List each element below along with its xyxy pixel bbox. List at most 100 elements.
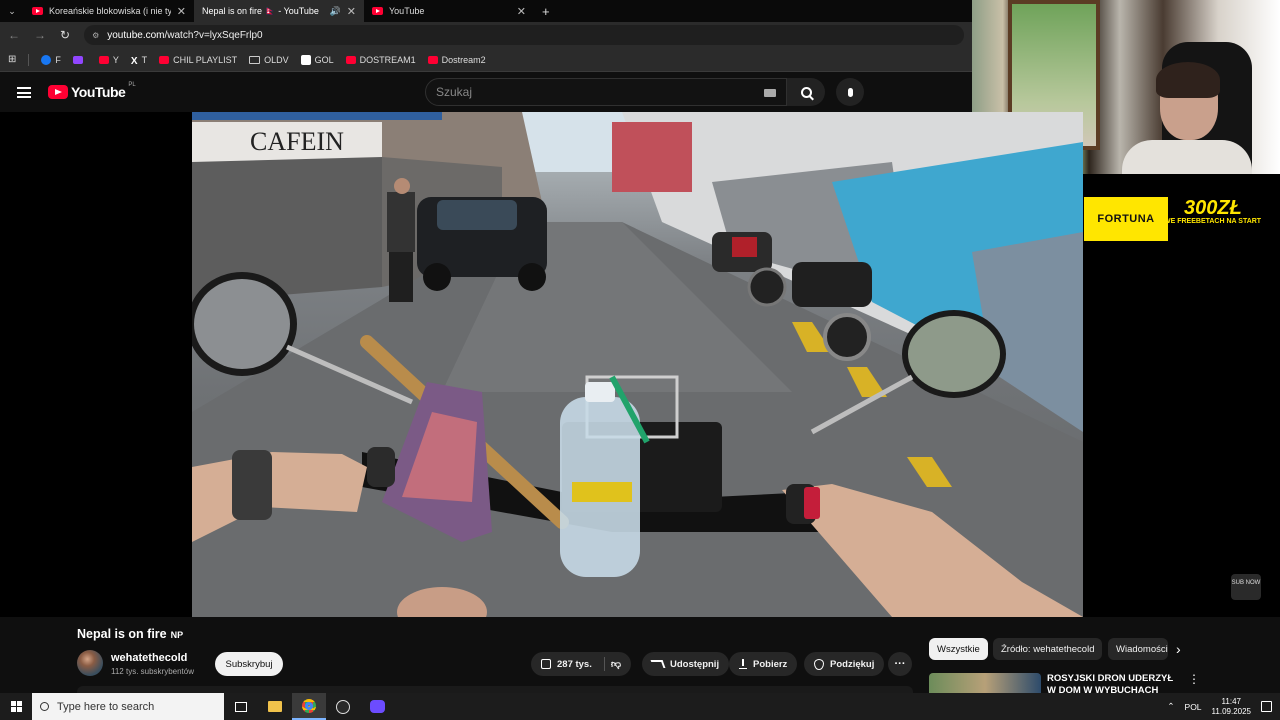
bookmark-dostream1[interactable]: DOSTREAM1 (345, 55, 416, 65)
windows-icon (10, 701, 22, 712)
share-button[interactable]: Udostępnij (642, 652, 730, 676)
divider (603, 657, 605, 671)
obs-button[interactable] (326, 693, 360, 720)
bookmark-y[interactable]: Y (98, 55, 119, 65)
bookmark-t[interactable]: XT (130, 54, 148, 67)
url-field[interactable]: ⚙ youtube.com/watch?v=lyxSqeFrlp0 (84, 25, 965, 45)
promo-text: WE FREEBETACH NA START (1164, 218, 1262, 225)
file-explorer-button[interactable] (258, 693, 292, 720)
voice-search-button[interactable] (836, 78, 864, 106)
tab-2[interactable]: Nepal is on fire 🇳🇵 - YouTube 🔊 ✕ (194, 0, 364, 22)
new-tab-button[interactable]: + (542, 4, 550, 19)
search-input[interactable]: Szukaj (425, 78, 787, 106)
notification-icon[interactable] (1261, 701, 1272, 712)
close-tab-icon[interactable]: ✕ (177, 5, 186, 18)
reload-icon[interactable]: ↻ (60, 28, 70, 42)
dislike-icon[interactable]: 👎︎ (611, 658, 621, 670)
clock[interactable]: 11:47 11.09.2025 (1212, 697, 1251, 717)
close-tab-icon[interactable]: ✕ (347, 5, 356, 18)
sub-now-badge: SUB NOW (1231, 574, 1261, 600)
menu-icon[interactable] (17, 87, 31, 98)
video-player[interactable]: CAFEIN (192, 112, 1083, 617)
search-icon (800, 86, 812, 98)
like-icon[interactable] (541, 659, 551, 669)
download-label: Pobierz (753, 658, 788, 670)
task-view-icon (235, 701, 247, 712)
more-actions-button[interactable]: ··· (888, 652, 912, 676)
tab-search-icon[interactable]: ⌄ (0, 6, 24, 17)
address-bar-row: ← → ↻ ⚙ youtube.com/watch?v=lyxSqeFrlp0 (0, 22, 975, 48)
tab-title: Koreańskie blokowiska (i nie tylko) (49, 6, 171, 16)
search-button[interactable] (787, 78, 825, 106)
x-icon: X (130, 55, 138, 67)
forward-icon[interactable]: → (34, 28, 46, 42)
youtube-logo[interactable]: YouTube PL (48, 82, 136, 100)
bookmark-label: GOL (314, 54, 334, 65)
chrome-button[interactable] (292, 693, 326, 720)
svg-text:CAFEIN: CAFEIN (250, 127, 344, 156)
channel-name[interactable]: wehatethecold (111, 652, 187, 664)
folder-icon (268, 701, 282, 712)
app-icon (369, 700, 385, 713)
thanks-icon (814, 658, 824, 670)
divider (28, 53, 30, 66)
recommended-thumbnail[interactable] (929, 673, 1041, 693)
youtube-icon (427, 55, 438, 64)
bookmark-gol[interactable]: GOL (300, 54, 334, 65)
taskbar-search[interactable]: Type here to search (32, 693, 224, 720)
tab-3[interactable]: YouTube ✕ (364, 0, 534, 22)
twitch-icon (72, 55, 83, 64)
close-tab-icon[interactable]: ✕ (517, 5, 526, 18)
site-info-icon[interactable]: ⚙ (92, 31, 99, 40)
facebook-icon (41, 54, 52, 65)
video-letterbox-left (0, 112, 192, 617)
video-frame: CAFEIN (192, 112, 1083, 617)
chevron-right-icon[interactable]: › (1176, 641, 1181, 657)
bookmark-chil-playlist[interactable]: CHIL PLAYLIST (159, 55, 237, 65)
youtube-play-icon (48, 85, 68, 99)
description-box[interactable] (77, 686, 913, 693)
windows-taskbar: Type here to search ⌃ POL 11:47 11.09.20… (0, 693, 1280, 720)
thanks-button[interactable]: Podziękuj (804, 652, 885, 676)
clock-time: 11:47 (1221, 696, 1241, 706)
country-code: PL (128, 82, 136, 88)
subscribe-button[interactable]: Subskrybuj (215, 652, 283, 676)
recommended-title[interactable]: ROSYJSKI DRON UDERZYŁ W DOM W WYBUCHACH (1047, 673, 1177, 693)
keyboard-icon[interactable] (764, 89, 776, 97)
like-count[interactable]: 287 tys. (557, 659, 592, 670)
taskbar-search-placeholder: Type here to search (57, 700, 155, 713)
youtube-icon (345, 55, 356, 64)
video-title: Nepal is on fire NP (77, 627, 183, 641)
youtube-favicon-icon (372, 7, 383, 15)
speaker-icon[interactable]: 🔊 (330, 6, 341, 17)
bookmark-label: OLDV (264, 54, 289, 65)
app-button[interactable] (360, 693, 394, 720)
bookmark-oldv[interactable]: OLDV (249, 55, 289, 65)
channel-avatar[interactable] (77, 650, 103, 676)
download-button[interactable]: Pobierz (729, 652, 798, 676)
language-indicator[interactable]: POL (1185, 702, 1202, 712)
promo-amount: 300ZŁ (1184, 197, 1242, 219)
chip-source[interactable]: Źródło: wehatethecold (993, 638, 1103, 660)
chip-all[interactable]: Wszystkie (929, 638, 988, 660)
search-icon (40, 702, 49, 711)
tab-title: YouTube (389, 6, 425, 16)
recommended-more-icon[interactable]: ⋮ (1188, 672, 1200, 686)
chevron-up-icon[interactable]: ⌃ (1167, 701, 1174, 712)
promo-banner: 300ZŁ WE FREEBETACH NA START (1164, 197, 1280, 241)
tab-1[interactable]: Koreańskie blokowiska (i nie tylko) ✕ (24, 0, 194, 22)
bookmark-label: F (55, 54, 61, 65)
back-icon[interactable]: ← (8, 28, 20, 42)
apps-grid-icon[interactable]: ⊞ (8, 54, 16, 65)
bookmark-dostream2[interactable]: Dostream2 (427, 55, 486, 65)
thanks-label: Podziękuj (830, 658, 875, 670)
bookmark-twitch[interactable] (72, 55, 87, 64)
gol-icon (300, 54, 311, 65)
start-button[interactable] (0, 693, 32, 720)
subscriber-count: 112 tys. subskrybentów (111, 667, 195, 676)
task-view-button[interactable] (224, 693, 258, 720)
bookmark-f[interactable]: F (41, 54, 61, 65)
bookmarks-bar: ⊞ F Y XT CHIL PLAYLIST OLDV GOL DOSTREAM… (0, 48, 975, 72)
chip-news[interactable]: Wiadomości (1108, 638, 1168, 660)
bookmark-label: T (141, 54, 148, 65)
